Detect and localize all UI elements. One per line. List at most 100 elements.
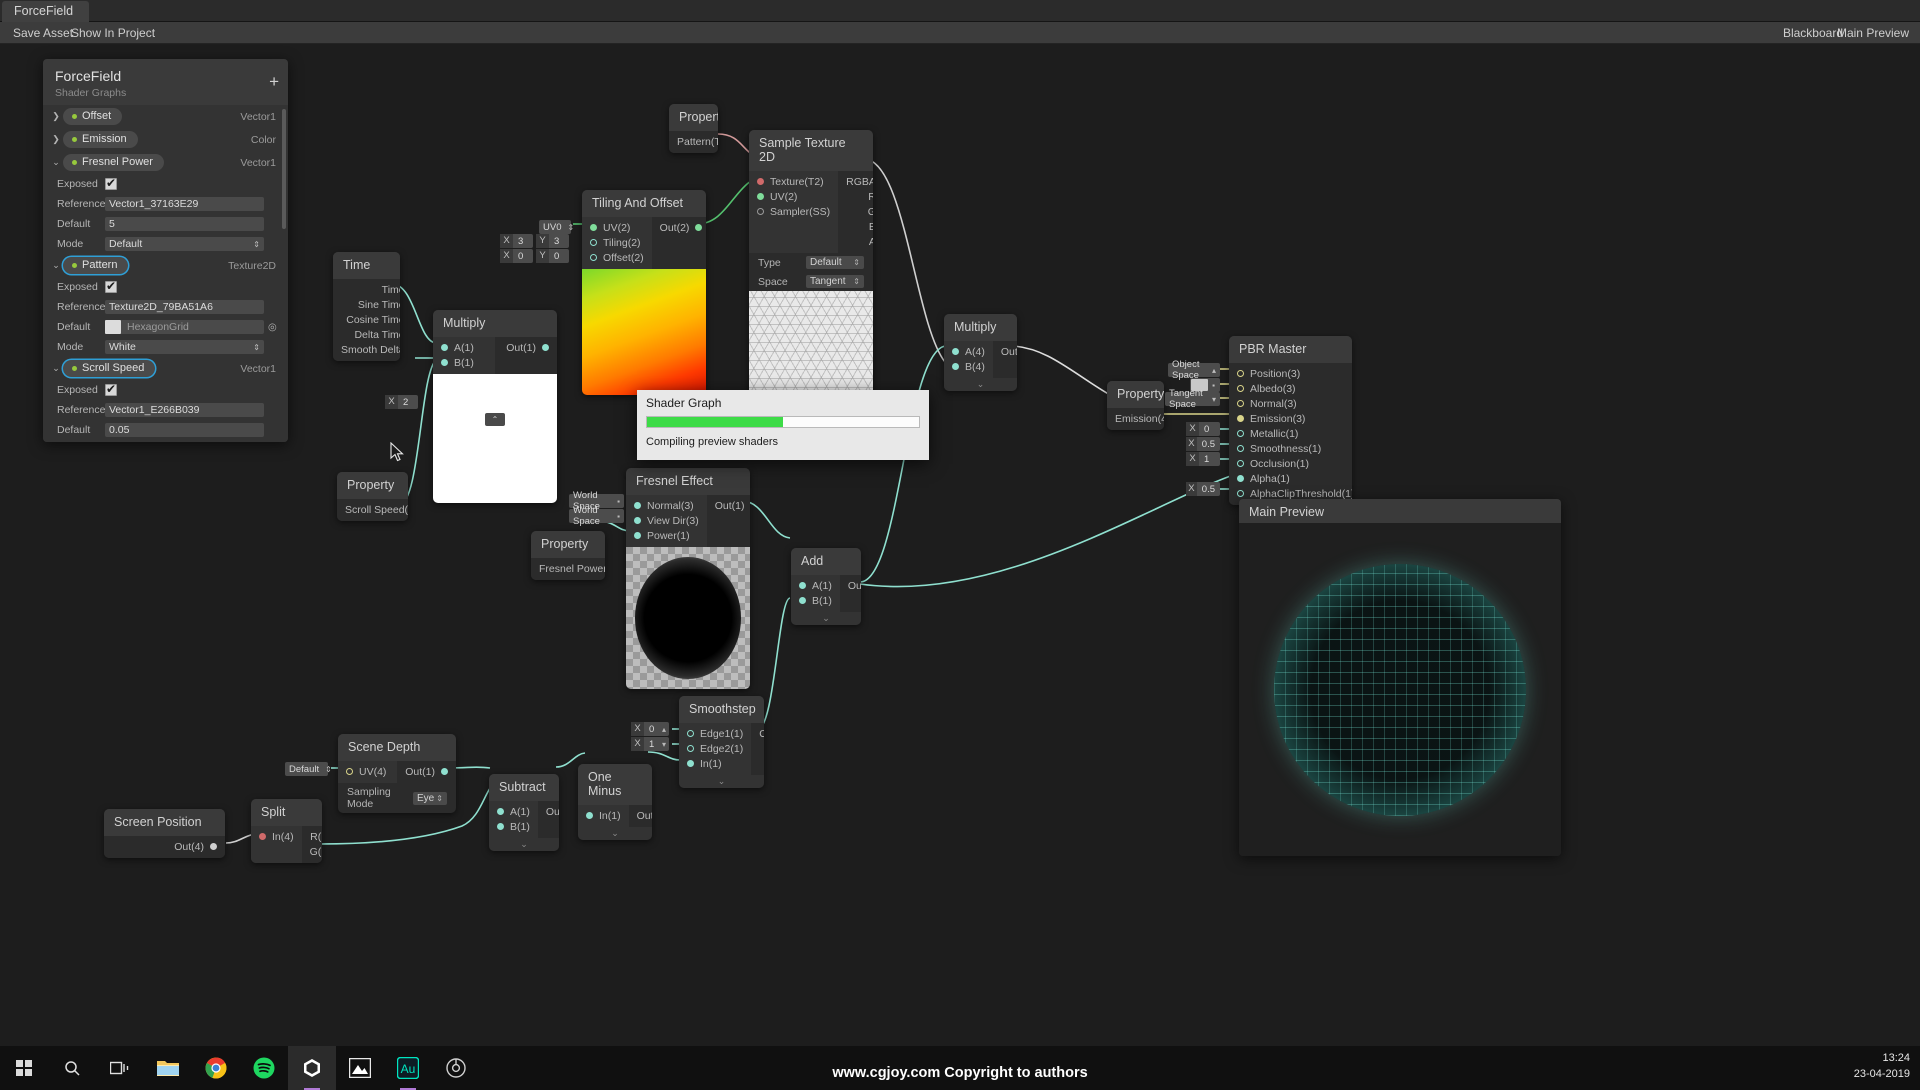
port-out[interactable]: Out(1) <box>397 764 456 779</box>
property-row-offset[interactable]: ❯ Offset Vector1 <box>43 105 288 128</box>
compiling-dialog[interactable]: Shader Graph Compiling preview shaders <box>637 390 929 460</box>
object-picker-icon[interactable]: ◎ <box>268 322 277 333</box>
node-time[interactable]: Time Time(1) Sine Time(1) Cosine Time(1)… <box>333 252 400 361</box>
port-normal-in[interactable]: Normal(3) <box>626 498 707 513</box>
port-a-in[interactable]: A(1) <box>791 578 840 593</box>
port-rgba-out[interactable]: RGBA(4) <box>838 174 873 189</box>
port-g-out[interactable]: G(1) <box>838 204 873 219</box>
pbr-normal-space-dropdown[interactable]: Tangent Space ▾ <box>1165 388 1220 410</box>
port-uv-in[interactable]: UV(2) <box>582 220 652 235</box>
type-dropdown[interactable]: Default ⇕ <box>806 256 864 269</box>
offset-x-field[interactable]: X0 <box>500 249 533 263</box>
tab-forcefield[interactable]: ForceField <box>2 1 90 22</box>
port-edge1-in[interactable]: Edge1(1) <box>679 726 751 741</box>
node-smoothstep[interactable]: Smoothstep Edge1(1) Edge2(1) In(1) Out(1… <box>679 696 764 788</box>
row-sampling-mode[interactable]: Sampling Mode Eye ⇕ <box>338 783 456 813</box>
port-scroll-speed-out[interactable]: Scroll Speed(1) <box>337 502 408 517</box>
mode-dropdown[interactable]: White ⇕ <box>105 340 264 354</box>
pbr-smoothness-field[interactable]: X 0.5 <box>1186 437 1220 451</box>
exposed-checkbox[interactable] <box>105 382 117 396</box>
node-scene-depth[interactable]: Scene Depth UV(4) Out(1) Sampling Mode E… <box>338 734 456 813</box>
port-fresnel-power-out[interactable]: Fresnel Power(1) <box>531 561 605 576</box>
reference-input[interactable]: Texture2D_79BA51A6 <box>105 300 264 314</box>
port-delta-time-out[interactable]: Delta Time(1) <box>333 327 400 342</box>
port-normal-in[interactable]: Normal(3) <box>1229 396 1352 411</box>
port-out[interactable]: Out(1) <box>840 578 861 593</box>
port-smooth-delta-out[interactable]: Smooth Delta(1) <box>333 342 400 357</box>
fresnel-viewdir-space-dropdown[interactable]: World Space ▪ <box>569 505 624 527</box>
node-subtract[interactable]: Subtract A(1) B(1) Out(1) ⌄ <box>489 774 559 851</box>
port-metallic-in[interactable]: Metallic(1) <box>1229 426 1352 441</box>
main-preview-toggle-button[interactable]: Main Preview <box>1828 22 1918 44</box>
port-a-in[interactable]: A(4) <box>944 344 993 359</box>
port-edge2-in[interactable]: Edge2(1) <box>679 741 751 756</box>
scene-depth-uv-default-dropdown[interactable]: Default ⇕ <box>285 762 332 776</box>
port-position-in[interactable]: Position(3) <box>1229 366 1352 381</box>
pbr-metallic-field[interactable]: X0 <box>1186 422 1220 436</box>
multiply-b-x-field[interactable]: X2 <box>385 395 418 409</box>
expand-preview-button[interactable]: ⌄ <box>578 827 652 840</box>
port-texture-in[interactable]: Texture(T2) <box>749 174 838 189</box>
port-pattern-out[interactable]: Pattern(T2) <box>669 134 718 149</box>
node-property-pattern[interactable]: Property Pattern(T2) <box>669 104 718 153</box>
node-add[interactable]: Add A(1) B(1) Out(1) ⌄ <box>791 548 861 625</box>
port-uv-in[interactable]: UV(4) <box>338 764 397 779</box>
port-tiling-in[interactable]: Tiling(2) <box>582 235 652 250</box>
port-b-in[interactable]: B(1) <box>791 593 840 608</box>
port-viewdir-in[interactable]: View Dir(3) <box>626 513 707 528</box>
node-one-minus[interactable]: One Minus In(1) Out(1) ⌄ <box>578 764 652 840</box>
field-row-default[interactable]: Default 0.05 <box>43 420 288 440</box>
expand-preview-button[interactable]: ⌄ <box>679 775 764 788</box>
property-row-emission[interactable]: ❯ Emission Color <box>43 128 288 151</box>
port-out[interactable]: Out(2) <box>652 220 706 235</box>
field-row-reference[interactable]: Reference Vector1_E266B039 <box>43 400 288 420</box>
field-row-reference[interactable]: Reference Vector1_37163E29 <box>43 194 288 214</box>
field-row-reference[interactable]: Reference Texture2D_79BA51A6 <box>43 297 288 317</box>
uv0-dropdown[interactable]: UV0 ⇕ <box>539 220 574 234</box>
port-b-in[interactable]: B(1) <box>489 819 538 834</box>
node-screen-position[interactable]: Screen Position Out(4) <box>104 809 225 858</box>
port-out[interactable]: Out(1) <box>495 340 557 355</box>
node-sample-texture-2d[interactable]: Sample Texture 2D Texture(T2) UV(2) Samp… <box>749 130 873 397</box>
port-time-out[interactable]: Time(1) <box>333 282 400 297</box>
field-row-exposed[interactable]: Exposed <box>43 380 288 400</box>
port-r-out[interactable]: R(1) <box>302 829 322 844</box>
field-row-exposed[interactable]: Exposed <box>43 174 288 194</box>
mode-dropdown[interactable]: Default ⇕ <box>105 237 264 251</box>
smoothstep-edge1-field[interactable]: X 0 ▴ <box>631 722 669 736</box>
port-in[interactable]: In(1) <box>679 756 751 771</box>
port-smoothness-in[interactable]: Smoothness(1) <box>1229 441 1352 456</box>
node-fresnel-effect[interactable]: Fresnel Effect Normal(3) View Dir(3) Pow… <box>626 468 750 689</box>
sampling-mode-dropdown[interactable]: Eye ⇕ <box>413 791 447 805</box>
port-b-in[interactable]: B(4) <box>944 359 993 374</box>
port-out[interactable]: Out(1) <box>707 498 750 513</box>
default-input[interactable]: 5 <box>105 217 264 231</box>
offset-y-field[interactable]: Y0 <box>536 249 569 263</box>
property-pill-scroll-speed[interactable]: Scroll Speed <box>63 360 156 377</box>
property-row-scroll-speed[interactable]: ⌄ Scroll Speed Vector1 <box>43 357 288 380</box>
node-multiply-color[interactable]: Multiply A(4) B(4) Out(4) ⌄ <box>944 314 1017 391</box>
chevron-right-icon[interactable]: ❯ <box>49 111 63 122</box>
field-row-mode[interactable]: Mode White ⇕ <box>43 337 288 357</box>
property-row-pattern[interactable]: ⌄ Pattern Texture2D <box>43 254 288 277</box>
port-albedo-in[interactable]: Albedo(3) <box>1229 381 1352 396</box>
node-tiling-and-offset[interactable]: Tiling And Offset UV(2) Tiling(2) Offset… <box>582 190 706 395</box>
port-uv-in[interactable]: UV(2) <box>749 189 838 204</box>
default-input[interactable]: 0.05 <box>105 423 264 437</box>
pbr-position-space-dropdown[interactable]: Object Space ▴ <box>1168 359 1220 381</box>
property-pill-offset[interactable]: Offset <box>63 108 123 125</box>
node-property-scroll-speed[interactable]: Property Scroll Speed(1) <box>337 472 408 521</box>
exposed-checkbox[interactable] <box>105 176 117 190</box>
port-offset-in[interactable]: Offset(2) <box>582 250 652 265</box>
port-cosine-time-out[interactable]: Cosine Time(1) <box>333 312 400 327</box>
port-in[interactable]: In(1) <box>578 808 629 823</box>
port-emission-out[interactable]: Emission(4) <box>1107 411 1164 426</box>
tiling-x-field[interactable]: X3 <box>500 234 533 248</box>
pbr-occlusion-field[interactable]: X1 <box>1186 452 1220 466</box>
reference-input[interactable]: Vector1_E266B039 <box>105 403 264 417</box>
port-out[interactable]: Out(1) <box>629 808 652 823</box>
node-property-fresnel-power[interactable]: Property Fresnel Power(1) <box>531 531 605 580</box>
row-space[interactable]: Space Tangent ⇕ <box>749 272 873 291</box>
expand-preview-button[interactable]: ⌄ <box>791 612 861 625</box>
field-row-mode[interactable]: Mode Default ⇕ <box>43 234 288 254</box>
